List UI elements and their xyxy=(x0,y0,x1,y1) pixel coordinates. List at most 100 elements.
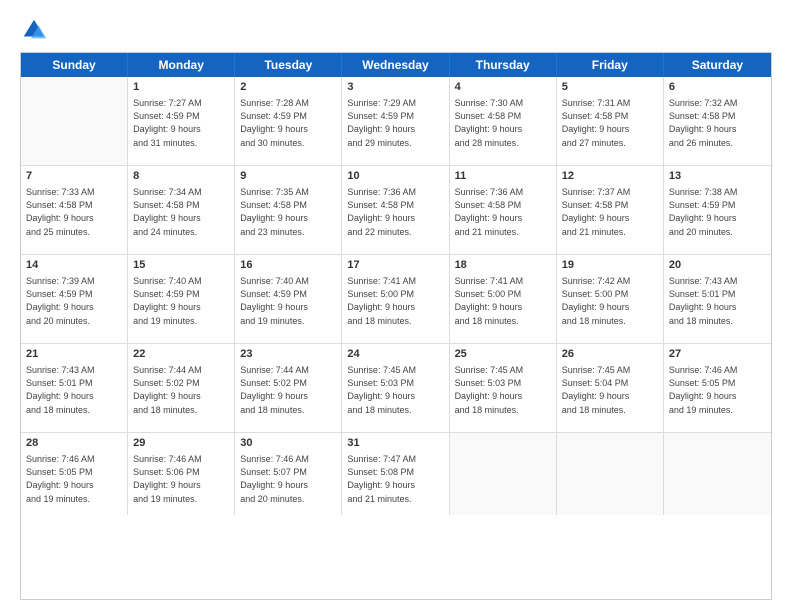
day-number: 7 xyxy=(26,169,122,184)
day-number: 17 xyxy=(347,258,443,273)
day-number: 22 xyxy=(133,347,229,362)
day-number: 12 xyxy=(562,169,658,184)
day-number: 23 xyxy=(240,347,336,362)
calendar-cell: 28 Sunrise: 7:46 AMSunset: 5:05 PMDayligh… xyxy=(21,433,128,515)
cell-info: Sunrise: 7:29 AMSunset: 4:59 PMDaylight:… xyxy=(347,97,443,149)
day-number: 8 xyxy=(133,169,229,184)
day-number: 29 xyxy=(133,436,229,451)
cell-info: Sunrise: 7:30 AMSunset: 4:58 PMDaylight:… xyxy=(455,97,551,149)
weekday-header-monday: Monday xyxy=(128,53,235,77)
calendar-row-5: 28 Sunrise: 7:46 AMSunset: 5:05 PMDayligh… xyxy=(21,433,771,515)
cell-info: Sunrise: 7:46 AMSunset: 5:05 PMDaylight:… xyxy=(26,453,122,505)
calendar-cell: 3 Sunrise: 7:29 AMSunset: 4:59 PMDaylight… xyxy=(342,77,449,165)
cell-info: Sunrise: 7:35 AMSunset: 4:58 PMDaylight:… xyxy=(240,186,336,238)
day-number: 28 xyxy=(26,436,122,451)
calendar-cell: 23 Sunrise: 7:44 AMSunset: 5:02 PMDayligh… xyxy=(235,344,342,432)
day-number: 26 xyxy=(562,347,658,362)
cell-info: Sunrise: 7:36 AMSunset: 4:58 PMDaylight:… xyxy=(455,186,551,238)
cell-info: Sunrise: 7:45 AMSunset: 5:03 PMDaylight:… xyxy=(347,364,443,416)
calendar-cell xyxy=(664,433,771,515)
cell-info: Sunrise: 7:43 AMSunset: 5:01 PMDaylight:… xyxy=(669,275,766,327)
day-number: 6 xyxy=(669,80,766,95)
calendar-cell: 19Sunrise: 7:42 AMSunset: 5:00 PMDayligh… xyxy=(557,255,664,343)
header xyxy=(20,16,772,44)
calendar-cell: 8 Sunrise: 7:34 AMSunset: 4:58 PMDaylight… xyxy=(128,166,235,254)
cell-info: Sunrise: 7:39 AMSunset: 4:59 PMDaylight:… xyxy=(26,275,122,327)
logo xyxy=(20,16,52,44)
calendar-cell: 7Sunrise: 7:33 AMSunset: 4:58 PMDaylight… xyxy=(21,166,128,254)
cell-info: Sunrise: 7:46 AMSunset: 5:07 PMDaylight:… xyxy=(240,453,336,505)
calendar-cell: 16 Sunrise: 7:40 AMSunset: 4:59 PMDayligh… xyxy=(235,255,342,343)
calendar-header-row: SundayMondayTuesdayWednesdayThursdayFrid… xyxy=(21,53,771,77)
cell-info: Sunrise: 7:32 AMSunset: 4:58 PMDaylight:… xyxy=(669,97,766,149)
cell-info: Sunrise: 7:45 AMSunset: 5:04 PMDaylight:… xyxy=(562,364,658,416)
day-number: 21 xyxy=(26,347,122,362)
calendar-row-3: 14 Sunrise: 7:39 AMSunset: 4:59 PMDayligh… xyxy=(21,255,771,344)
cell-info: Sunrise: 7:41 AMSunset: 5:00 PMDaylight:… xyxy=(347,275,443,327)
calendar-body: 1 Sunrise: 7:27 AMSunset: 4:59 PMDaylight… xyxy=(21,77,771,515)
calendar-cell: 12 Sunrise: 7:37 AMSunset: 4:58 PMDayligh… xyxy=(557,166,664,254)
cell-info: Sunrise: 7:38 AMSunset: 4:59 PMDaylight:… xyxy=(669,186,766,238)
calendar-cell: 29Sunrise: 7:46 AMSunset: 5:06 PMDayligh… xyxy=(128,433,235,515)
calendar-cell: 14 Sunrise: 7:39 AMSunset: 4:59 PMDayligh… xyxy=(21,255,128,343)
logo-icon xyxy=(20,16,48,44)
calendar-cell: 5Sunrise: 7:31 AMSunset: 4:58 PMDaylight… xyxy=(557,77,664,165)
cell-info: Sunrise: 7:37 AMSunset: 4:58 PMDaylight:… xyxy=(562,186,658,238)
calendar-cell: 18Sunrise: 7:41 AMSunset: 5:00 PMDayligh… xyxy=(450,255,557,343)
weekday-header-wednesday: Wednesday xyxy=(342,53,449,77)
weekday-header-saturday: Saturday xyxy=(664,53,771,77)
day-number: 4 xyxy=(455,80,551,95)
weekday-header-thursday: Thursday xyxy=(450,53,557,77)
calendar-cell: 26 Sunrise: 7:45 AMSunset: 5:04 PMDayligh… xyxy=(557,344,664,432)
cell-info: Sunrise: 7:27 AMSunset: 4:59 PMDaylight:… xyxy=(133,97,229,149)
cell-info: Sunrise: 7:31 AMSunset: 4:58 PMDaylight:… xyxy=(562,97,658,149)
calendar-cell: 30 Sunrise: 7:46 AMSunset: 5:07 PMDayligh… xyxy=(235,433,342,515)
calendar-cell: 4 Sunrise: 7:30 AMSunset: 4:58 PMDaylight… xyxy=(450,77,557,165)
calendar-cell: 10 Sunrise: 7:36 AMSunset: 4:58 PMDayligh… xyxy=(342,166,449,254)
day-number: 3 xyxy=(347,80,443,95)
cell-info: Sunrise: 7:47 AMSunset: 5:08 PMDaylight:… xyxy=(347,453,443,505)
day-number: 10 xyxy=(347,169,443,184)
day-number: 16 xyxy=(240,258,336,273)
weekday-header-friday: Friday xyxy=(557,53,664,77)
weekday-header-tuesday: Tuesday xyxy=(235,53,342,77)
calendar-cell: 1 Sunrise: 7:27 AMSunset: 4:59 PMDaylight… xyxy=(128,77,235,165)
calendar-cell: 13 Sunrise: 7:38 AMSunset: 4:59 PMDayligh… xyxy=(664,166,771,254)
calendar-cell xyxy=(21,77,128,165)
day-number: 20 xyxy=(669,258,766,273)
day-number: 30 xyxy=(240,436,336,451)
cell-info: Sunrise: 7:41 AMSunset: 5:00 PMDaylight:… xyxy=(455,275,551,327)
calendar-cell: 9Sunrise: 7:35 AMSunset: 4:58 PMDaylight… xyxy=(235,166,342,254)
calendar: SundayMondayTuesdayWednesdayThursdayFrid… xyxy=(20,52,772,600)
day-number: 1 xyxy=(133,80,229,95)
cell-info: Sunrise: 7:34 AMSunset: 4:58 PMDaylight:… xyxy=(133,186,229,238)
day-number: 14 xyxy=(26,258,122,273)
calendar-row-2: 7Sunrise: 7:33 AMSunset: 4:58 PMDaylight… xyxy=(21,166,771,255)
cell-info: Sunrise: 7:43 AMSunset: 5:01 PMDaylight:… xyxy=(26,364,122,416)
day-number: 24 xyxy=(347,347,443,362)
day-number: 13 xyxy=(669,169,766,184)
day-number: 11 xyxy=(455,169,551,184)
cell-info: Sunrise: 7:44 AMSunset: 5:02 PMDaylight:… xyxy=(133,364,229,416)
calendar-cell: 11 Sunrise: 7:36 AMSunset: 4:58 PMDayligh… xyxy=(450,166,557,254)
calendar-row-1: 1 Sunrise: 7:27 AMSunset: 4:59 PMDaylight… xyxy=(21,77,771,166)
calendar-cell: 22 Sunrise: 7:44 AMSunset: 5:02 PMDayligh… xyxy=(128,344,235,432)
day-number: 27 xyxy=(669,347,766,362)
calendar-cell: 20 Sunrise: 7:43 AMSunset: 5:01 PMDayligh… xyxy=(664,255,771,343)
page: SundayMondayTuesdayWednesdayThursdayFrid… xyxy=(0,0,792,612)
weekday-header-sunday: Sunday xyxy=(21,53,128,77)
calendar-row-4: 21 Sunrise: 7:43 AMSunset: 5:01 PMDayligh… xyxy=(21,344,771,433)
calendar-cell: 17 Sunrise: 7:41 AMSunset: 5:00 PMDayligh… xyxy=(342,255,449,343)
cell-info: Sunrise: 7:28 AMSunset: 4:59 PMDaylight:… xyxy=(240,97,336,149)
calendar-cell: 31 Sunrise: 7:47 AMSunset: 5:08 PMDayligh… xyxy=(342,433,449,515)
cell-info: Sunrise: 7:40 AMSunset: 4:59 PMDaylight:… xyxy=(240,275,336,327)
calendar-cell xyxy=(450,433,557,515)
calendar-cell: 2Sunrise: 7:28 AMSunset: 4:59 PMDaylight… xyxy=(235,77,342,165)
cell-info: Sunrise: 7:44 AMSunset: 5:02 PMDaylight:… xyxy=(240,364,336,416)
cell-info: Sunrise: 7:40 AMSunset: 4:59 PMDaylight:… xyxy=(133,275,229,327)
day-number: 31 xyxy=(347,436,443,451)
cell-info: Sunrise: 7:42 AMSunset: 5:00 PMDaylight:… xyxy=(562,275,658,327)
day-number: 25 xyxy=(455,347,551,362)
cell-info: Sunrise: 7:46 AMSunset: 5:05 PMDaylight:… xyxy=(669,364,766,416)
cell-info: Sunrise: 7:36 AMSunset: 4:58 PMDaylight:… xyxy=(347,186,443,238)
